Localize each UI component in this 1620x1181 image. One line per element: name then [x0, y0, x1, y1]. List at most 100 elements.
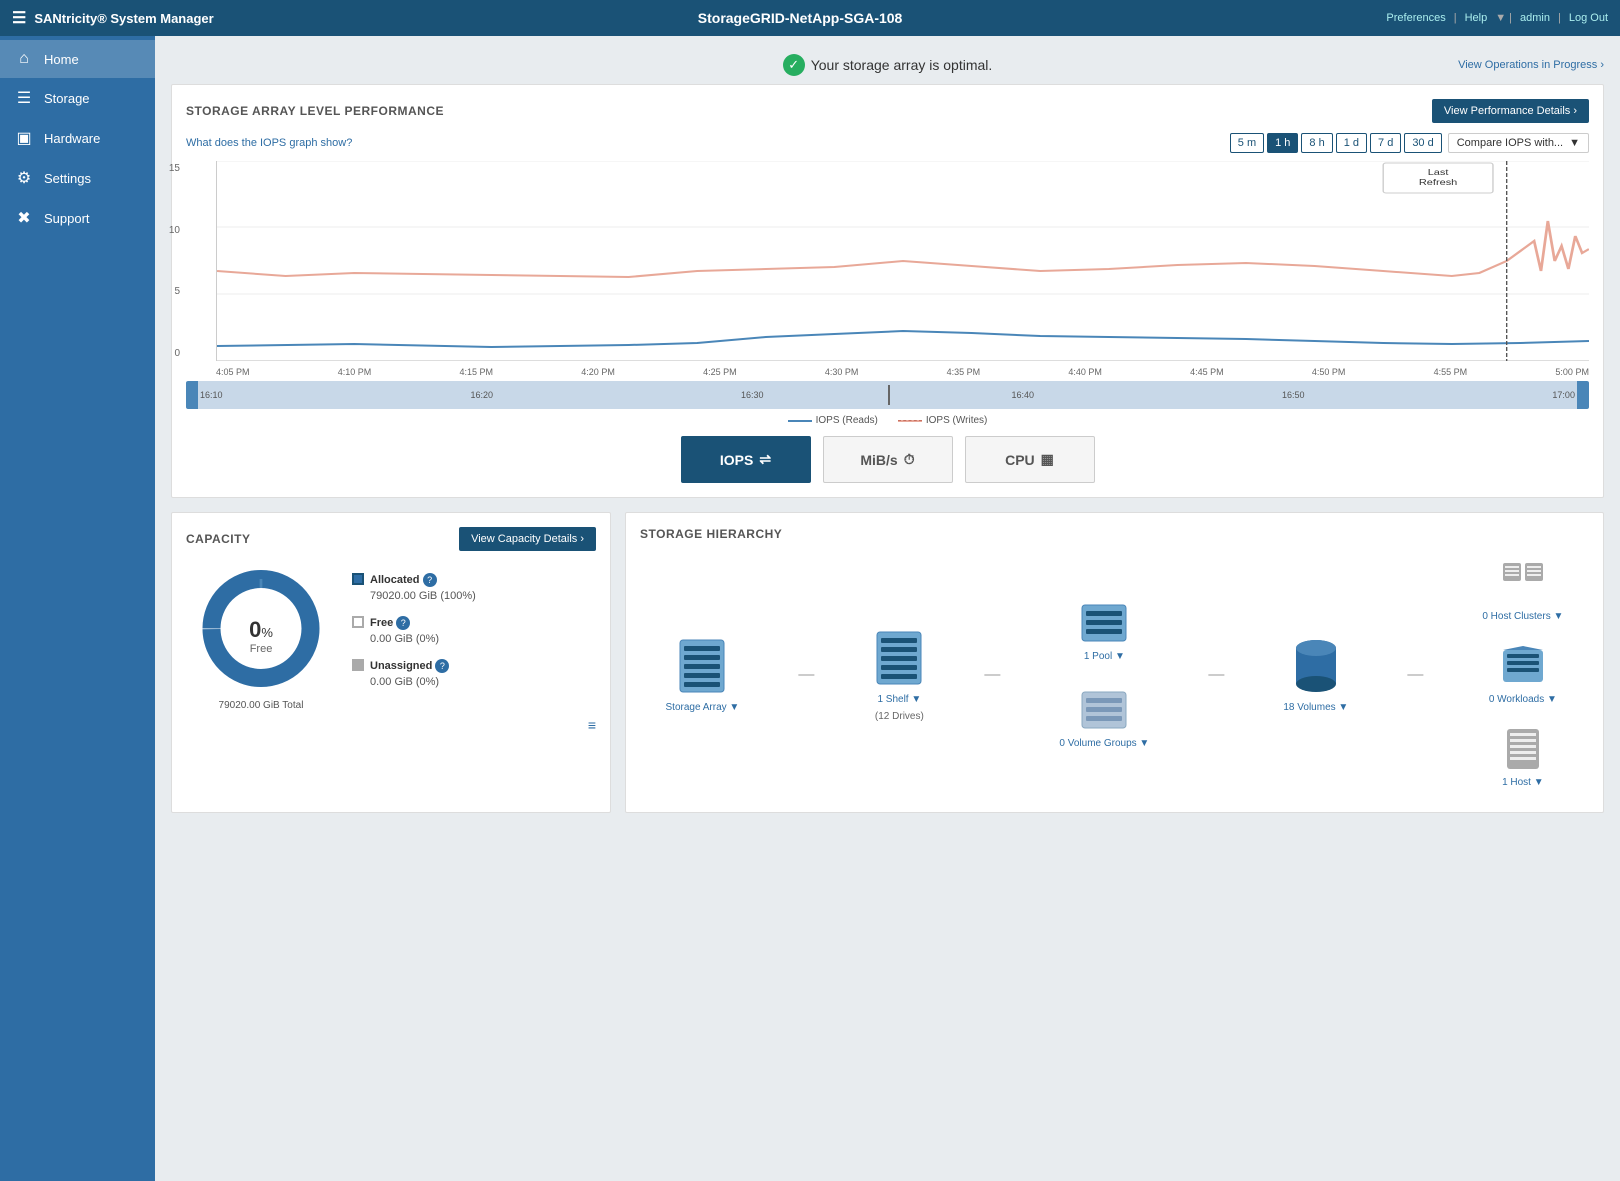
- logout-link[interactable]: Log Out: [1569, 12, 1608, 24]
- shelf-sub: (12 Drives): [875, 711, 924, 722]
- pool-icon: [1078, 601, 1130, 645]
- iops-icon: ⇌: [759, 451, 771, 468]
- iops-metric-button[interactable]: IOPS ⇌: [681, 436, 811, 483]
- nav-actions: Preferences | Help ▼ | admin | Log Out: [1386, 12, 1608, 24]
- legend-writes-label: IOPS (Writes): [926, 415, 987, 426]
- storage-array-label[interactable]: Storage Array ▼: [666, 702, 740, 713]
- iops-graph-info-link[interactable]: What does the IOPS graph show?: [186, 137, 352, 149]
- view-operations-link[interactable]: View Operations in Progress ›: [1458, 59, 1604, 71]
- arrow1: —: [798, 666, 814, 684]
- cpu-icon: ▦: [1041, 451, 1054, 468]
- legend-write-line: [898, 420, 922, 422]
- preferences-link[interactable]: Preferences: [1386, 12, 1445, 24]
- view-performance-details-button[interactable]: View Performance Details ›: [1432, 99, 1589, 123]
- cpu-label: CPU: [1005, 452, 1035, 468]
- status-check-icon: ✓: [783, 54, 805, 76]
- top-nav: ☰ SANtricity® System Manager StorageGRID…: [0, 0, 1620, 36]
- legend-read-line: [788, 420, 812, 422]
- cpu-metric-button[interactable]: CPU ▦: [965, 436, 1095, 483]
- performance-title: STORAGE ARRAY LEVEL PERFORMANCE: [186, 104, 444, 118]
- layout: ⌂ Home ☰ Storage ▣ Hardware ⚙ Settings ✖…: [0, 36, 1620, 1181]
- chart-legend: IOPS (Reads) IOPS (Writes): [186, 415, 1589, 426]
- x-axis: 4:05 PM 4:10 PM 4:15 PM 4:20 PM 4:25 PM …: [216, 365, 1589, 377]
- volume-groups-label[interactable]: 0 Volume Groups ▼: [1059, 738, 1149, 749]
- unassigned-help-icon[interactable]: ?: [435, 659, 449, 673]
- allocated-info: Allocated ? 79020.00 GiB (100%): [370, 572, 476, 605]
- time-8h-button[interactable]: 8 h: [1301, 133, 1332, 153]
- host-clusters-label[interactable]: 0 Host Clusters ▼: [1482, 611, 1563, 622]
- shelf-icon: [873, 628, 925, 688]
- workloads-label[interactable]: 0 Workloads ▼: [1489, 694, 1557, 705]
- graph-controls: What does the IOPS graph show? 5 m 1 h 8…: [186, 133, 1589, 153]
- capacity-allocated: Allocated ? 79020.00 GiB (100%): [352, 572, 596, 605]
- free-info: Free ? 0.00 GiB (0%): [370, 615, 439, 648]
- sidebar-item-home[interactable]: ⌂ Home: [0, 40, 155, 78]
- view-capacity-details-button[interactable]: View Capacity Details ›: [459, 527, 596, 551]
- capacity-pct-free: 0%: [249, 617, 273, 643]
- volumes-icon: [1291, 636, 1341, 696]
- time-1h-button[interactable]: 1 h: [1267, 133, 1298, 153]
- host-label[interactable]: 1 Host ▼: [1502, 777, 1544, 788]
- sidebar-item-support[interactable]: ✖ Support: [0, 198, 155, 238]
- allocated-swatch: [352, 573, 364, 585]
- hierarchy-inner: Storage Array ▼ — 1 Shelf ▼: [640, 551, 1589, 798]
- capacity-donut: 0% Free 79020.00 GiB Total: [186, 561, 336, 711]
- free-help-icon[interactable]: ?: [396, 616, 410, 630]
- sidebar-label-home: Home: [44, 52, 79, 67]
- storage-icon: ☰: [14, 88, 34, 108]
- hierarchy-title: STORAGE HIERARCHY: [640, 527, 782, 541]
- legend-reads-label: IOPS (Reads): [816, 415, 878, 426]
- pool-label[interactable]: 1 Pool ▼: [1084, 651, 1125, 662]
- volumes-label[interactable]: 18 Volumes ▼: [1283, 702, 1348, 713]
- sidebar-item-storage[interactable]: ☰ Storage: [0, 78, 155, 118]
- legend-reads: IOPS (Reads): [788, 415, 878, 426]
- time-7d-button[interactable]: 7 d: [1370, 133, 1401, 153]
- workloads-icon: [1501, 644, 1545, 688]
- sidebar-item-hardware[interactable]: ▣ Hardware: [0, 118, 155, 158]
- workloads-node: 0 Workloads ▼: [1489, 644, 1557, 705]
- brand-area: ☰ SANtricity® System Manager: [12, 8, 214, 28]
- hierarchy-header: STORAGE HIERARCHY: [640, 527, 1589, 541]
- mibs-icon: ⏱: [904, 451, 915, 468]
- time-5m-button[interactable]: 5 m: [1230, 133, 1264, 153]
- capacity-inner: 0% Free 79020.00 GiB Total Allocated ?: [186, 561, 596, 711]
- mibs-metric-button[interactable]: MiB/s ⏱: [823, 436, 953, 483]
- sidebar-label-storage: Storage: [44, 91, 90, 106]
- timeline-bar[interactable]: 16:10 16:20 16:30 16:40 16:50 17:00: [186, 381, 1589, 409]
- sidebar-item-settings[interactable]: ⚙ Settings: [0, 158, 155, 198]
- pool-vg-group: 1 Pool ▼ 0 Volume Groups ▼: [1059, 601, 1149, 749]
- brand-name: SANtricity® System Manager: [34, 11, 213, 26]
- admin-link[interactable]: admin: [1520, 12, 1550, 24]
- chart-area: 15 10 5 0: [186, 161, 1589, 361]
- compare-dropdown-icon: ▼: [1569, 137, 1580, 149]
- capacity-title: CAPACITY: [186, 532, 250, 546]
- time-1d-button[interactable]: 1 d: [1336, 133, 1367, 153]
- time-30d-button[interactable]: 30 d: [1404, 133, 1441, 153]
- timeline-handle-right[interactable]: [1577, 381, 1589, 409]
- unassigned-swatch: [352, 659, 364, 671]
- metric-buttons: IOPS ⇌ MiB/s ⏱ CPU ▦: [186, 436, 1589, 483]
- help-link[interactable]: Help: [1465, 12, 1488, 24]
- main-content: ✓ Your storage array is optimal. View Op…: [155, 36, 1620, 1181]
- capacity-panel: CAPACITY View Capacity Details ›: [171, 512, 611, 813]
- volume-groups-node: 0 Volume Groups ▼: [1059, 688, 1149, 749]
- legend-writes: IOPS (Writes): [898, 415, 987, 426]
- arrow2: —: [984, 666, 1000, 684]
- volume-groups-icon: [1078, 688, 1130, 732]
- hamburger-icon[interactable]: ☰: [12, 8, 26, 28]
- sidebar-label-support: Support: [44, 211, 90, 226]
- hierarchy-panel: STORAGE HIERARCHY Storage Array: [625, 512, 1604, 813]
- home-icon: ⌂: [14, 50, 34, 68]
- host-icon: [1505, 727, 1541, 771]
- capacity-total: 79020.00 GiB Total: [219, 700, 304, 711]
- svg-text:Refresh: Refresh: [1419, 178, 1457, 187]
- capacity-free-label: Free: [249, 643, 273, 655]
- allocated-help-icon[interactable]: ?: [423, 573, 437, 587]
- performance-panel: STORAGE ARRAY LEVEL PERFORMANCE View Per…: [171, 84, 1604, 498]
- volumes-node: 18 Volumes ▼: [1283, 636, 1348, 713]
- timeline-handle-left[interactable]: [186, 381, 198, 409]
- shelf-label[interactable]: 1 Shelf ▼: [877, 694, 921, 705]
- compare-iops-select[interactable]: Compare IOPS with... ▼: [1448, 133, 1589, 153]
- capacity-list-icon[interactable]: ≡: [588, 717, 596, 733]
- sidebar: ⌂ Home ☰ Storage ▣ Hardware ⚙ Settings ✖…: [0, 36, 155, 1181]
